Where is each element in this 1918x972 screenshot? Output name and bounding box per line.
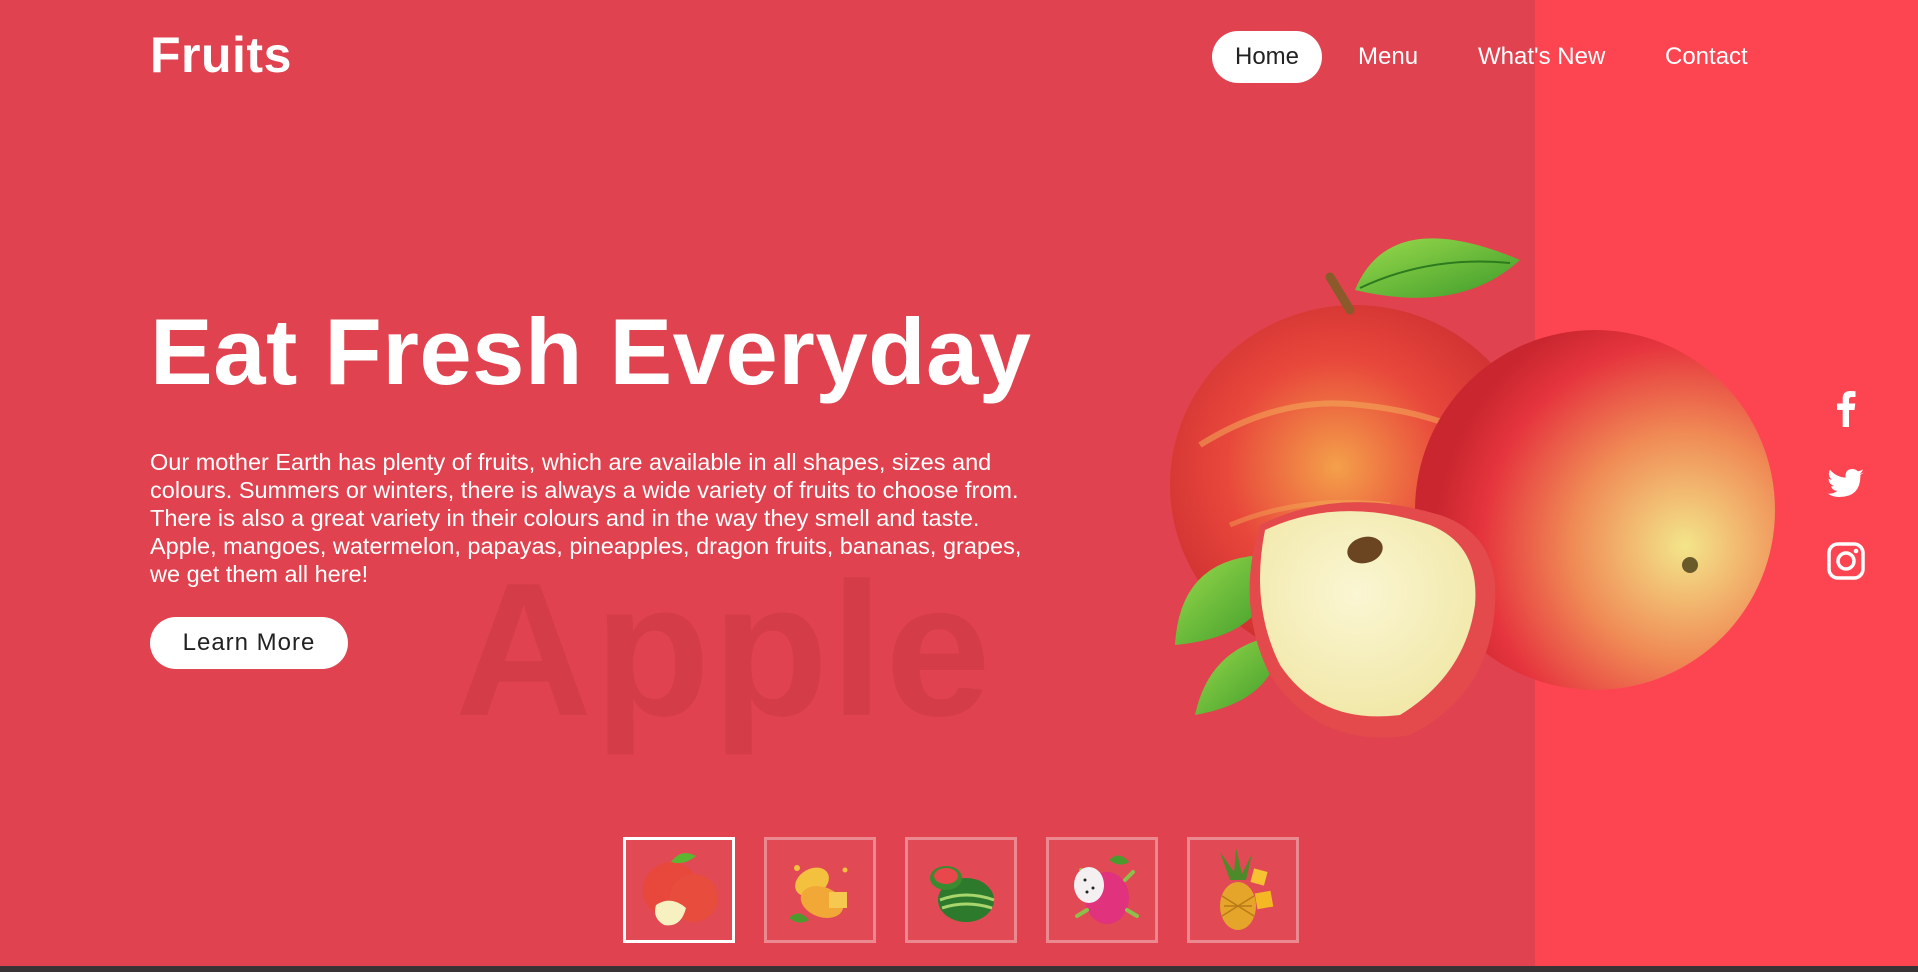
hero-text-line: Our mother Earth has plenty of fruits, w…: [150, 449, 992, 475]
apple-thumb-icon: [643, 853, 718, 926]
apple-image: [1170, 238, 1775, 738]
hero-description: Our mother Earth has plenty of fruits, w…: [150, 448, 1050, 588]
learn-more-button[interactable]: Learn More: [150, 617, 348, 669]
main-nav: Home Menu What's New Contact: [0, 31, 1918, 83]
hero-text-line: There is also a great variety in their c…: [150, 505, 980, 531]
watermelon-thumb-icon: [930, 866, 995, 922]
dragon-fruit-thumb-icon: [1074, 855, 1139, 924]
bottom-strip: [0, 966, 1918, 972]
nav-item-menu[interactable]: Menu: [1335, 31, 1441, 83]
hero-text-line: Apple, mangoes, watermelon, papayas, pin…: [150, 533, 1022, 559]
hero-title: Eat Fresh Everyday: [150, 299, 1032, 404]
instagram-icon[interactable]: [1826, 541, 1866, 581]
facebook-icon[interactable]: [1826, 387, 1866, 427]
pineapple-thumb-icon: [1220, 848, 1274, 930]
fruit-thumbnail-strip: [0, 837, 1918, 943]
nav-item-home[interactable]: Home: [1212, 31, 1323, 83]
thumbnail-dragon-fruit[interactable]: [1046, 837, 1158, 943]
thumbnail-mango[interactable]: [764, 837, 876, 943]
thumbnail-pineapple[interactable]: [1187, 837, 1299, 943]
nav-item-contact[interactable]: Contact: [1642, 31, 1771, 83]
thumbnail-apple[interactable]: [623, 837, 735, 943]
twitter-icon[interactable]: [1826, 464, 1866, 504]
hero-text-line: we get them all here!: [150, 561, 369, 587]
thumbnail-watermelon[interactable]: [905, 837, 1017, 943]
hero-text-line: colours. Summers or winters, there is al…: [150, 477, 1019, 503]
mango-thumb-icon: [789, 865, 848, 923]
nav-item-whats-new[interactable]: What's New: [1455, 31, 1628, 83]
